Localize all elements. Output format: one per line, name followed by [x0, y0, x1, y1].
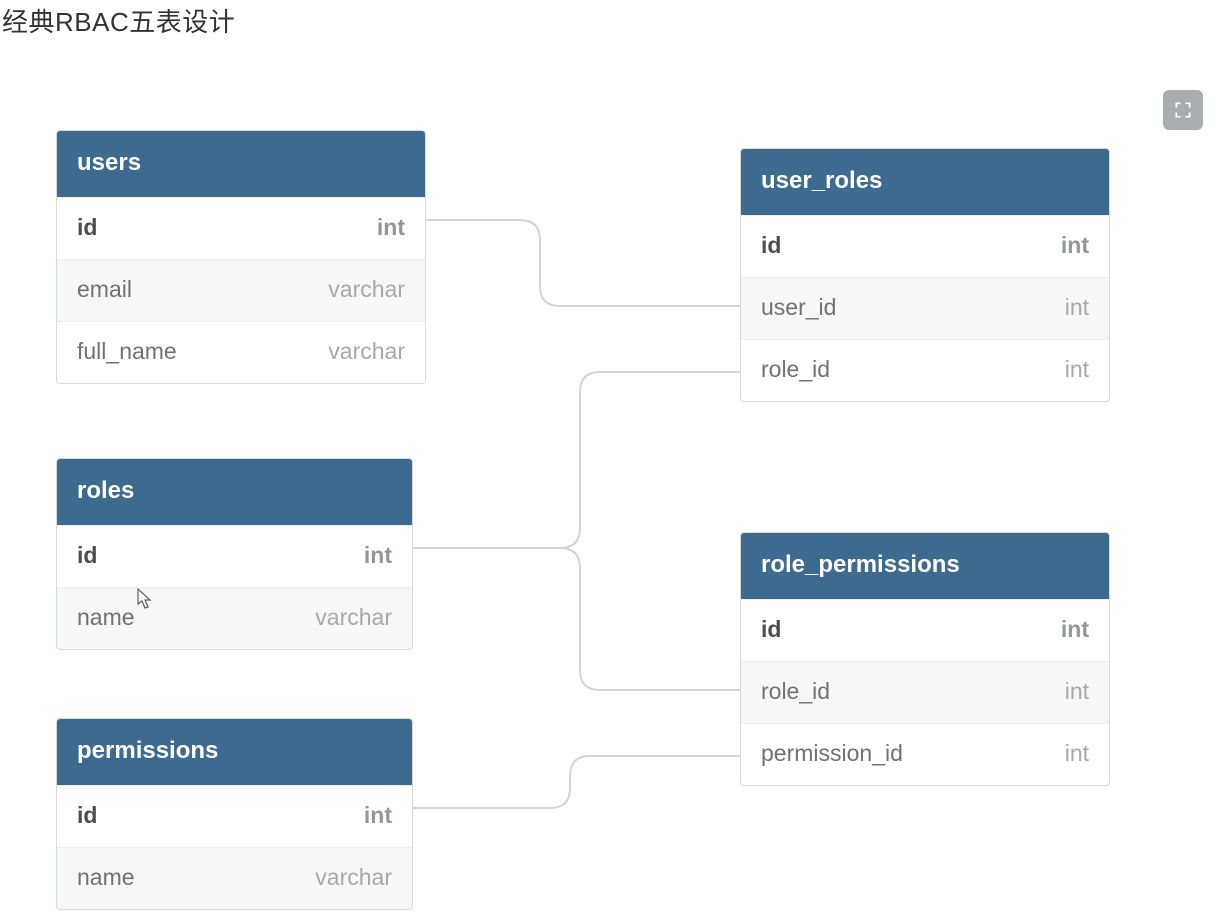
table-row: full_name varchar [57, 321, 425, 383]
column-name: id [77, 214, 97, 241]
column-type: varchar [315, 604, 392, 631]
table-row: id int [57, 525, 412, 587]
column-name: user_id [761, 294, 836, 321]
table-row: id int [741, 599, 1109, 661]
table-header: user_roles [741, 149, 1109, 215]
table-header: users [57, 131, 425, 197]
table-user-roles[interactable]: user_roles id int user_id int role_id in… [740, 148, 1110, 402]
table-row: role_id int [741, 661, 1109, 723]
table-header: role_permissions [741, 533, 1109, 599]
table-row: name varchar [57, 587, 412, 649]
table-row: id int [57, 785, 412, 847]
column-name: role_id [761, 678, 830, 705]
table-row: email varchar [57, 259, 425, 321]
column-name: role_id [761, 356, 830, 383]
column-type: varchar [315, 864, 392, 891]
table-header: permissions [57, 719, 412, 785]
table-permissions[interactable]: permissions id int name varchar [56, 718, 413, 910]
column-type: int [364, 542, 392, 569]
column-type: varchar [328, 338, 405, 365]
column-name: id [761, 232, 781, 259]
column-name: full_name [77, 338, 177, 365]
column-name: name [77, 604, 135, 631]
diagram-canvas: 经典RBAC五表设计 users id int email varchar fu… [0, 0, 1217, 924]
column-name: id [77, 802, 97, 829]
column-name: email [77, 276, 132, 303]
table-row: permission_id int [741, 723, 1109, 785]
page-title: 经典RBAC五表设计 [2, 2, 235, 39]
table-row: user_id int [741, 277, 1109, 339]
column-type: varchar [328, 276, 405, 303]
table-header: roles [57, 459, 412, 525]
column-type: int [364, 802, 392, 829]
table-users[interactable]: users id int email varchar full_name var… [56, 130, 426, 384]
table-row: name varchar [57, 847, 412, 909]
column-name: name [77, 864, 135, 891]
column-type: int [1065, 294, 1089, 321]
column-name: id [761, 616, 781, 643]
expand-icon [1173, 100, 1193, 120]
column-name: permission_id [761, 740, 903, 767]
column-name: id [77, 542, 97, 569]
table-roles[interactable]: roles id int name varchar [56, 458, 413, 650]
column-type: int [1065, 356, 1089, 383]
fullscreen-button[interactable] [1163, 90, 1203, 130]
column-type: int [1065, 678, 1089, 705]
table-row: id int [741, 215, 1109, 277]
column-type: int [1061, 616, 1089, 643]
column-type: int [1065, 740, 1089, 767]
table-row: id int [57, 197, 425, 259]
table-row: role_id int [741, 339, 1109, 401]
column-type: int [1061, 232, 1089, 259]
column-type: int [377, 214, 405, 241]
table-role-permissions[interactable]: role_permissions id int role_id int perm… [740, 532, 1110, 786]
